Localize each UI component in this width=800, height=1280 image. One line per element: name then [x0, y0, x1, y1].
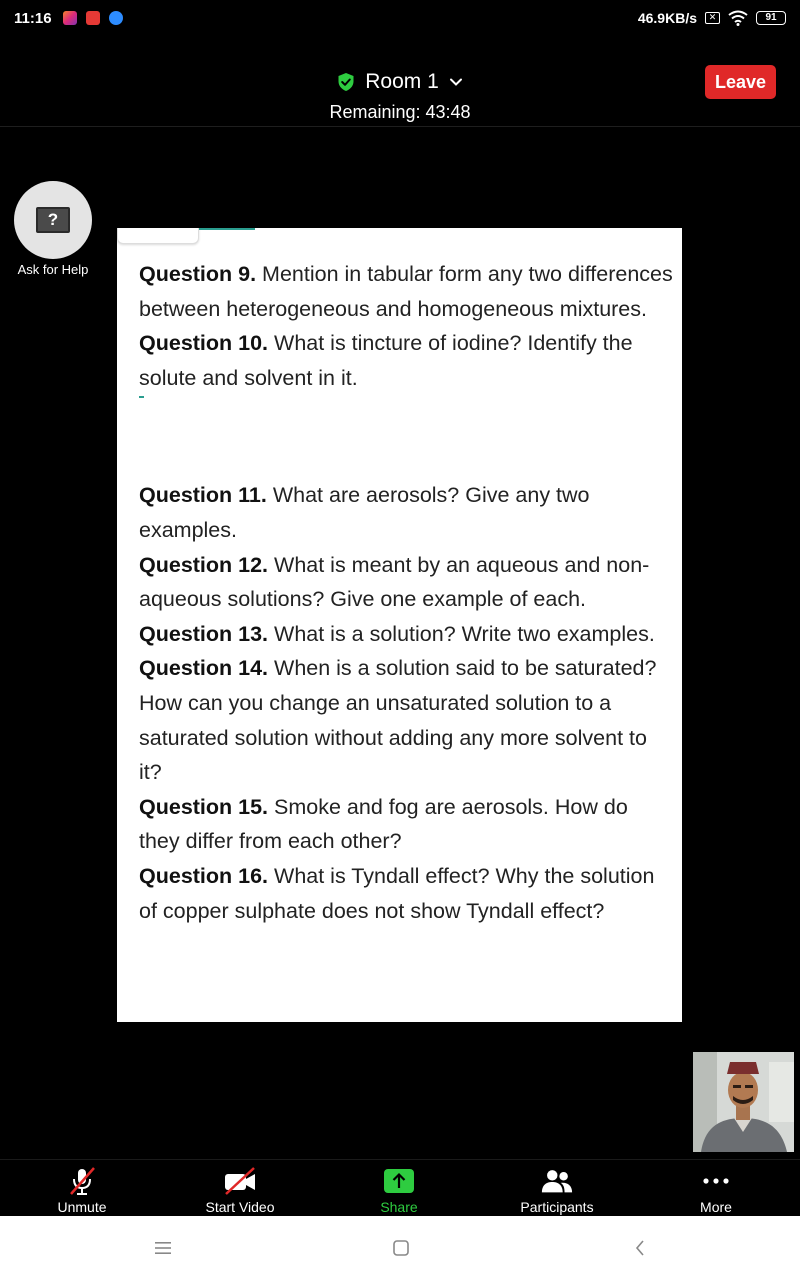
- participants-button[interactable]: Participants: [492, 1160, 622, 1217]
- question-item: Question 10. What is tincture of iodine?…: [139, 326, 674, 395]
- system-nav-bar: [0, 1216, 800, 1280]
- question-item: Question 11. What are aerosols? Give any…: [139, 478, 674, 547]
- question-label: Question 14.: [139, 656, 269, 681]
- self-video-thumbnail[interactable]: [693, 1052, 794, 1152]
- wifi-icon: [728, 10, 748, 26]
- ask-for-help-label: Ask for Help: [17, 262, 89, 277]
- participants-label: Participants: [520, 1199, 594, 1215]
- participant-avatar: [693, 1052, 794, 1152]
- instagram-icon: [62, 11, 77, 25]
- meeting-toolbar: Unmute Start Video Share Participants Mo…: [0, 1159, 800, 1216]
- header-divider: [0, 126, 800, 127]
- home-button[interactable]: [381, 1234, 421, 1262]
- unmute-label: Unmute: [57, 1199, 107, 1215]
- unmute-button[interactable]: Unmute: [17, 1160, 147, 1217]
- no-sim-icon: ✕: [705, 12, 720, 24]
- question-label: Question 10.: [139, 331, 269, 356]
- status-right: 46.9KB/s ✕ 91: [638, 10, 786, 26]
- zoom-icon: [108, 11, 123, 25]
- question-label: Question 13.: [139, 621, 269, 646]
- chevron-down-icon: [449, 78, 462, 86]
- share-button[interactable]: Share: [334, 1160, 464, 1217]
- blank-space: [139, 398, 674, 478]
- question-label: Question 16.: [139, 863, 269, 888]
- document-tab: [117, 228, 199, 244]
- remaining-time: Remaining: 43:48: [329, 102, 471, 122]
- status-time: 11:16: [14, 9, 52, 27]
- question-item: Question 13. What is a solution? Write t…: [139, 617, 674, 652]
- question-label: Question 12.: [139, 552, 269, 577]
- question-item: Question 15. Smoke and fog are aerosols.…: [139, 790, 674, 859]
- status-bar: 11:16 46.9KB/s ✕ 91: [0, 0, 800, 36]
- question-item: Question 12. What is meant by an aqueous…: [139, 548, 674, 617]
- ask-for-help-button[interactable]: ?: [14, 181, 92, 259]
- question-label: Question 11.: [139, 483, 267, 508]
- back-button[interactable]: [620, 1234, 660, 1262]
- question-item: Question 9. Mention in tabular form any …: [139, 257, 674, 326]
- microphone-muted-icon: [65, 1166, 99, 1196]
- menu-lines-icon: [155, 1242, 171, 1254]
- shared-screen-document: Question 9. Mention in tabular form any …: [117, 228, 682, 1022]
- share-label: Share: [380, 1199, 418, 1215]
- more-dots-icon: [699, 1166, 733, 1196]
- meeting-header: Room 1 Remaining: 43:48 Leave: [0, 60, 800, 126]
- document-tab-indicator: [199, 228, 255, 230]
- battery-indicator: 91: [756, 11, 786, 25]
- shield-check-icon: [338, 73, 354, 91]
- back-chevron-icon: [635, 1240, 644, 1256]
- recent-apps-button[interactable]: [143, 1234, 183, 1262]
- question-list: Question 9. Mention in tabular form any …: [139, 257, 674, 928]
- share-arrow-icon: [382, 1166, 416, 1196]
- question-label: Question 9.: [139, 262, 257, 286]
- home-square-icon: [393, 1240, 409, 1256]
- leave-button[interactable]: Leave: [705, 65, 776, 99]
- start-video-button[interactable]: Start Video: [175, 1160, 305, 1217]
- more-button[interactable]: More: [651, 1160, 781, 1217]
- question-item: Question 14. When is a solution said to …: [139, 651, 674, 789]
- network-speed: 46.9KB/s: [637, 10, 697, 26]
- question-text: What is a solution? Write two examples.: [268, 621, 655, 646]
- participants-icon: [540, 1166, 574, 1196]
- question-label: Question 15.: [139, 794, 269, 819]
- question-monitor-icon: ?: [36, 207, 70, 233]
- app-notification-icon: [85, 11, 100, 25]
- status-left: 11:16: [14, 10, 123, 27]
- start-video-label: Start Video: [205, 1199, 275, 1215]
- question-item: Question 16. What is Tyndall effect? Why…: [139, 859, 674, 928]
- room-title: Room 1: [365, 70, 439, 93]
- more-label: More: [700, 1199, 732, 1215]
- room-selector[interactable]: Room 1: [0, 70, 800, 94]
- video-off-icon: [223, 1166, 257, 1196]
